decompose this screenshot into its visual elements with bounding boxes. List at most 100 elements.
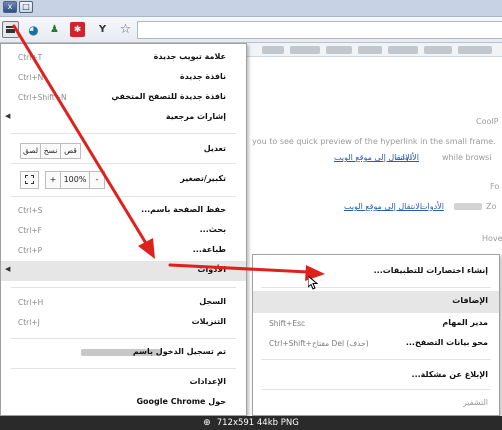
menu-item-label: حول Google Chrome [136, 397, 226, 406]
menu-separator [261, 359, 491, 360]
menu-item-label: علامة تبويب جديدة [153, 52, 226, 61]
copy-button[interactable]: نسخ [40, 143, 61, 159]
window-title-bar: x □ [0, 0, 502, 17]
menu-separator [11, 133, 236, 134]
submenu-item-report-issue[interactable]: الإبلاغ عن مشكلة... [253, 365, 499, 387]
menu-item-about-chrome[interactable]: حول Google Chrome [1, 393, 246, 413]
menu-item-incognito-window[interactable]: Ctrl+Shift+N نافذة جديدة للتصفح المتخفي [1, 88, 246, 108]
close-window-button[interactable]: x [3, 1, 17, 13]
restore-window-button[interactable]: □ [19, 1, 33, 13]
page-text-zo: Zo [486, 202, 497, 211]
page-heading-hove: Hove [482, 234, 502, 243]
page-link-tools-2[interactable]: الأدوات [420, 202, 444, 211]
bookmark-star-icon[interactable]: ☆ [117, 21, 134, 38]
menu-item-print[interactable]: Ctrl+P طباعة... [1, 241, 246, 261]
mouse-cursor-icon [308, 276, 318, 290]
shortcut-label: Shift+Esc [269, 319, 306, 328]
submenu-arrow-icon: ◀ [5, 265, 11, 273]
menu-item-save-page[interactable]: Ctrl+S حفظ الصفحة باسم... [1, 201, 246, 221]
bookmark-item[interactable] [388, 46, 418, 54]
menu-item-find[interactable]: Ctrl+F بحث... [1, 221, 246, 241]
submenu-item-label: محو بيانات التصفح... [405, 338, 488, 347]
menu-item-history[interactable]: Ctrl+H السجل [1, 293, 246, 313]
edit-button-group: لصق نسخ قص [20, 143, 81, 159]
menu-item-label: السجل [199, 297, 226, 306]
fullscreen-button[interactable] [20, 171, 39, 189]
menu-item-tools[interactable]: ◀ الأدوات [1, 261, 246, 281]
menu-item-label: نافذة جديدة للتصفح المتخفي [111, 92, 226, 101]
bookmark-item[interactable] [424, 46, 452, 54]
window-buttons: x □ [3, 1, 33, 13]
menu-icon [6, 26, 15, 33]
shortcut-label: Ctrl+S [18, 206, 43, 215]
submenu-item-create-app-shortcuts[interactable]: إنشاء اختصارات للتطبيقات... [253, 261, 499, 283]
fullscreen-icon [25, 175, 34, 184]
shortcut-label: Ctrl+P [18, 246, 43, 255]
chrome-main-menu: Ctrl+T علامة تبويب جديدة Ctrl+N نافذة جد… [0, 43, 247, 416]
shortcut-label: Ctrl+H [18, 298, 44, 307]
shortcut-label: Ctrl+Shift+مفتاح Del (حذف) [269, 339, 369, 348]
menu-item-label: طباعة... [192, 245, 226, 254]
zoom-controls: + 100% - [20, 171, 105, 189]
menu-separator [11, 368, 236, 369]
person-extension-icon[interactable]: ♟ [46, 21, 63, 38]
menu-item-label: الأدوات [197, 265, 226, 274]
menu-separator [11, 163, 236, 164]
page-link-go-to-site[interactable]: الانتقال إلى موقع الويب [334, 153, 412, 162]
image-caption-bar: ⊕ 712x591 44kb PNG [0, 416, 502, 430]
menu-item-label: بحث... [199, 225, 226, 234]
menu-item-label: نافذة جديدة [179, 72, 226, 81]
address-bar[interactable] [137, 21, 502, 39]
submenu-item-encoding[interactable]: التشفير [253, 393, 499, 415]
menu-separator [261, 389, 491, 390]
zoom-out-button[interactable]: - [89, 171, 105, 189]
page-text-while: while browsi [442, 153, 492, 162]
bookmark-item[interactable] [458, 46, 492, 54]
menu-item-new-window[interactable]: Ctrl+N نافذة جديدة [1, 68, 246, 88]
submenu-item-clear-browsing-data[interactable]: Ctrl+Shift+مفتاح Del (حذف) محو بيانات ال… [253, 333, 499, 355]
page-heading-coolp: CoolP [476, 117, 499, 126]
bookmark-item[interactable] [290, 46, 320, 54]
shortcut-label: Ctrl+N [18, 73, 44, 82]
menu-item-label: الإعدادات [189, 377, 226, 386]
globe-extension-icon[interactable]: ◕ [25, 21, 42, 38]
menu-separator [11, 196, 236, 197]
blurred-text [454, 203, 482, 210]
magnifier-icon: ⊕ [203, 418, 211, 428]
red-square-extension-icon[interactable]: ✱ [70, 22, 85, 37]
submenu-item-task-manager[interactable]: Shift+Esc مدير المهام [253, 313, 499, 335]
submenu-item-extensions[interactable]: الإضافات [253, 291, 499, 313]
shortcut-label: Ctrl+F [18, 226, 42, 235]
submenu-item-label: إنشاء اختصارات للتطبيقات... [373, 266, 488, 275]
paste-button[interactable]: لصق [20, 143, 41, 159]
cut-button[interactable]: قص [60, 143, 81, 159]
submenu-arrow-icon: ◀ [5, 112, 11, 120]
menu-item-settings[interactable]: الإعدادات [1, 373, 246, 393]
menu-separator [11, 338, 236, 339]
shortcut-label: Ctrl+J [18, 318, 40, 327]
page-description: you to see quick preview of the hyperlin… [252, 137, 496, 146]
menu-item-bookmarks[interactable]: ◀ إشارات مرجعية [1, 108, 246, 128]
bookmark-item[interactable] [262, 46, 284, 54]
menu-item-downloads[interactable]: Ctrl+J التنزيلات [1, 313, 246, 333]
chrome-menu-button[interactable] [2, 21, 19, 38]
page-link-go-to-site-2[interactable]: الانتقال إلى موقع الويب [344, 202, 422, 211]
y-extension-icon[interactable]: Y [94, 21, 111, 38]
image-caption-text: 712x591 44kb PNG [216, 418, 299, 428]
submenu-item-label: التشفير [462, 398, 488, 407]
menu-item-new-tab[interactable]: Ctrl+T علامة تبويب جديدة [1, 48, 246, 68]
browser-toolbar: ◕ ♟ ✱ Y ☆ [0, 17, 502, 43]
submenu-item-label: الإبلاغ عن مشكلة... [411, 370, 488, 379]
submenu-item-label: مدير المهام [442, 318, 488, 327]
shortcut-label: Ctrl+Shift+N [18, 93, 67, 102]
submenu-item-label: الإضافات [452, 296, 488, 305]
menu-item-label: تم تسجيل الدخول باسم [132, 347, 226, 356]
menu-item-signed-in[interactable]: تم تسجيل الدخول باسم [1, 343, 246, 363]
menu-separator [11, 287, 236, 288]
zoom-level: 100% [60, 171, 90, 189]
bookmark-item[interactable] [326, 46, 352, 54]
bookmark-item[interactable] [358, 46, 382, 54]
menu-item-label: تعديل [203, 144, 226, 153]
tools-submenu: إنشاء اختصارات للتطبيقات... الإضافات Shi… [252, 254, 500, 416]
zoom-in-button[interactable]: + [45, 171, 61, 189]
